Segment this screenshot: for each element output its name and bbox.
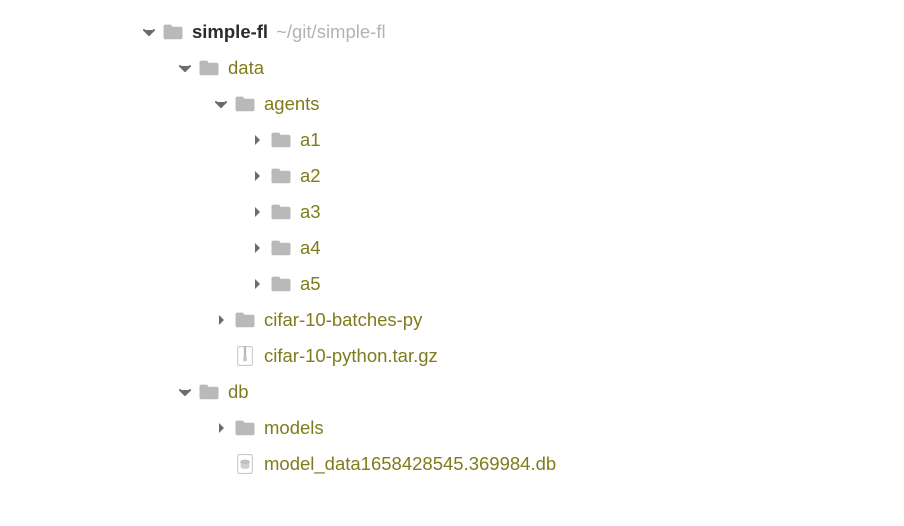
folder-icon [234, 309, 256, 331]
tree-row-db[interactable]: db [140, 374, 904, 410]
tree-label: models [264, 419, 324, 438]
tree-label: cifar-10-batches-py [264, 311, 422, 330]
tree-row-a3[interactable]: a3 [140, 194, 904, 230]
chevron-right-icon[interactable] [248, 242, 266, 254]
chevron-right-icon[interactable] [248, 278, 266, 290]
folder-icon [270, 273, 292, 295]
tree-row-a2[interactable]: a2 [140, 158, 904, 194]
tree-row-a5[interactable]: a5 [140, 266, 904, 302]
chevron-down-icon[interactable] [176, 386, 194, 398]
folder-icon [234, 93, 256, 115]
tree-row-cifar-folder[interactable]: cifar-10-batches-py [140, 302, 904, 338]
folder-icon [234, 417, 256, 439]
tree-row-root[interactable]: simple-fl ~/git/simple-fl [140, 14, 904, 50]
tree-label: a4 [300, 239, 321, 258]
file-tree: simple-fl ~/git/simple-fl data agents a1… [0, 0, 904, 482]
chevron-right-icon[interactable] [248, 206, 266, 218]
folder-icon [198, 381, 220, 403]
tree-label: agents [264, 95, 320, 114]
tree-row-a4[interactable]: a4 [140, 230, 904, 266]
folder-icon [270, 165, 292, 187]
tree-label: db [228, 383, 249, 402]
tree-row-a1[interactable]: a1 [140, 122, 904, 158]
tree-label: a5 [300, 275, 321, 294]
chevron-right-icon[interactable] [248, 134, 266, 146]
chevron-down-icon[interactable] [212, 98, 230, 110]
chevron-right-icon[interactable] [212, 314, 230, 326]
folder-icon [198, 57, 220, 79]
folder-icon [162, 21, 184, 43]
tree-path: ~/git/simple-fl [276, 23, 386, 42]
tree-row-agents[interactable]: agents [140, 86, 904, 122]
tree-label: cifar-10-python.tar.gz [264, 347, 438, 366]
tree-label: a3 [300, 203, 321, 222]
chevron-right-icon[interactable] [212, 422, 230, 434]
folder-icon [270, 201, 292, 223]
tree-label: a1 [300, 131, 321, 150]
tree-row-data[interactable]: data [140, 50, 904, 86]
tree-label: data [228, 59, 264, 78]
tree-label: simple-fl [192, 23, 268, 42]
tree-row-cifar-file[interactable]: cifar-10-python.tar.gz [140, 338, 904, 374]
chevron-right-icon[interactable] [248, 170, 266, 182]
chevron-down-icon[interactable] [176, 62, 194, 74]
tree-row-models[interactable]: models [140, 410, 904, 446]
database-file-icon [234, 453, 256, 475]
tree-label: model_data1658428545.369984.db [264, 455, 556, 474]
archive-file-icon [234, 345, 256, 367]
tree-row-dbfile[interactable]: model_data1658428545.369984.db [140, 446, 904, 482]
folder-icon [270, 237, 292, 259]
chevron-down-icon[interactable] [140, 26, 158, 38]
folder-icon [270, 129, 292, 151]
tree-label: a2 [300, 167, 321, 186]
